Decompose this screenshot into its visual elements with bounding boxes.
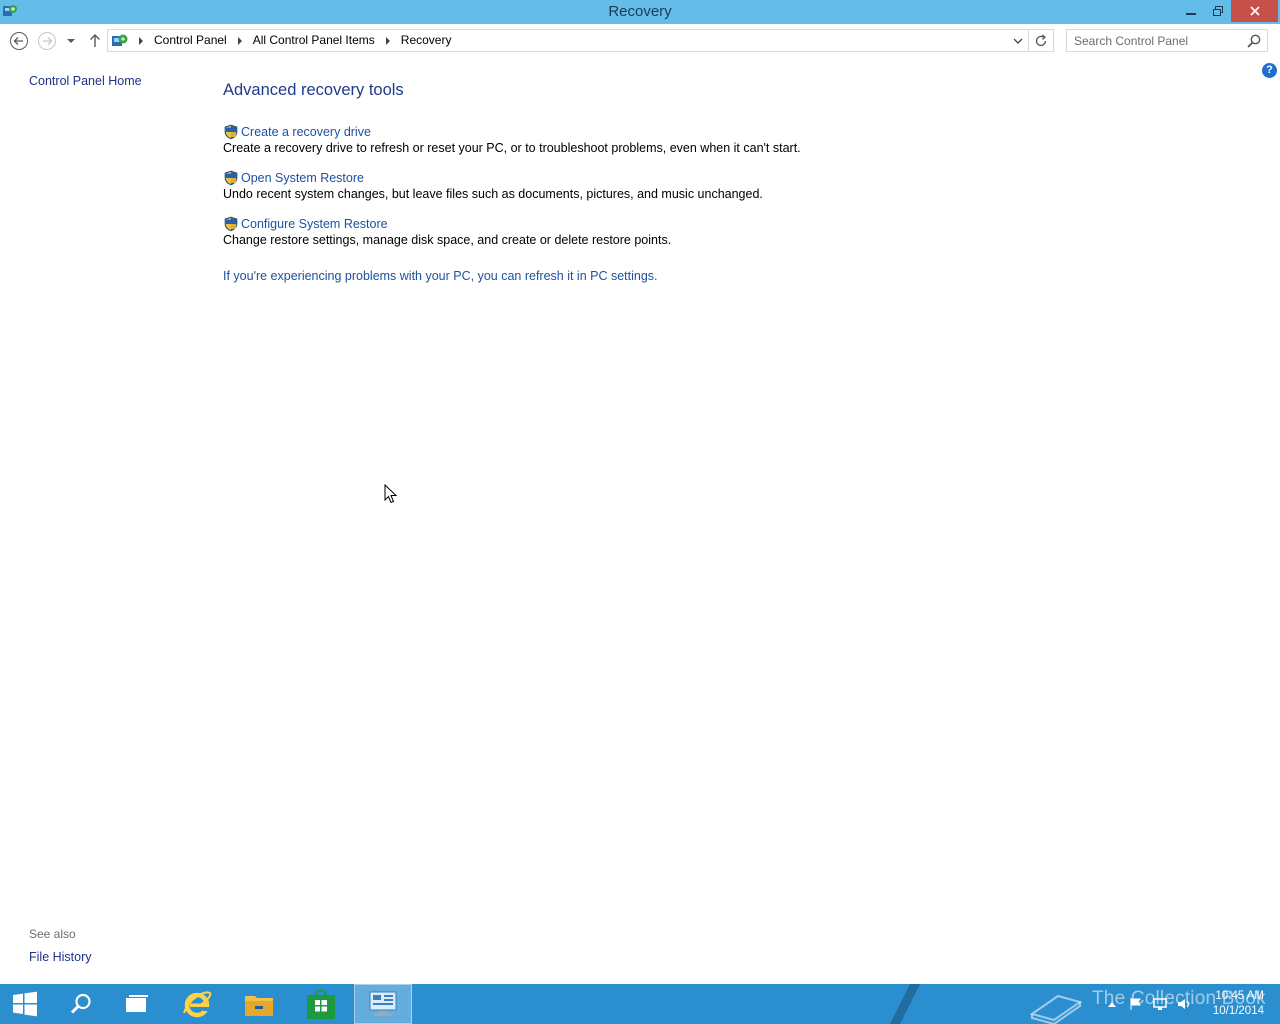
recent-locations-button[interactable] xyxy=(62,30,80,52)
control-panel-taskbar-button[interactable] xyxy=(354,984,412,1024)
clock-date: 10/1/2014 xyxy=(1212,1005,1264,1017)
minimize-icon xyxy=(1186,13,1196,15)
volume-icon[interactable] xyxy=(1174,996,1194,1012)
title-bar: Recovery xyxy=(0,0,1280,24)
mouse-pointer-icon xyxy=(384,484,398,504)
back-button[interactable] xyxy=(8,30,30,52)
back-arrow-icon xyxy=(10,32,28,50)
task-label[interactable]: Configure System Restore xyxy=(241,217,388,231)
help-button[interactable]: ? xyxy=(1262,63,1277,78)
up-button[interactable] xyxy=(84,30,106,52)
control-panel-location-icon xyxy=(112,34,128,46)
chevron-down-icon xyxy=(67,39,75,43)
breadcrumb-all-items[interactable]: All Control Panel Items xyxy=(247,30,381,51)
breadcrumb-separator-icon[interactable] xyxy=(134,30,148,51)
breadcrumb-separator-icon[interactable] xyxy=(233,30,247,51)
taskbar-clock[interactable]: 10:45 AM 10/1/2014 xyxy=(1213,989,1264,1019)
breadcrumb: Control Panel All Control Panel Items Re… xyxy=(134,30,457,51)
refresh-pc-settings-link[interactable]: If you're experiencing problems with you… xyxy=(223,269,658,283)
task-description: Create a recovery drive to refresh or re… xyxy=(223,141,801,155)
taskbar: The Collection Book 10:45 AM 10/1/2014 xyxy=(0,984,1280,1024)
task-label[interactable]: Open System Restore xyxy=(241,171,364,185)
folder-icon xyxy=(245,996,273,1016)
create-recovery-drive-link[interactable]: Create a recovery drive xyxy=(223,124,801,140)
address-bar[interactable]: Control Panel All Control Panel Items Re… xyxy=(107,29,1029,52)
uac-shield-icon xyxy=(224,170,238,186)
show-hidden-icons-button[interactable] xyxy=(1102,996,1122,1012)
taskbar-decoration xyxy=(890,984,920,1024)
action-center-flag-icon[interactable] xyxy=(1126,996,1146,1012)
file-history-link[interactable]: File History xyxy=(29,950,92,964)
navigation-bar: Control Panel All Control Panel Items Re… xyxy=(0,24,1280,58)
close-icon xyxy=(1249,6,1260,16)
task-configure-system-restore: Configure System Restore Change restore … xyxy=(223,216,671,247)
clock-time: 10:45 AM xyxy=(1215,990,1264,1002)
see-also-label: See also xyxy=(29,927,76,941)
task-create-recovery-drive: Create a recovery drive Create a recover… xyxy=(223,124,801,155)
task-open-system-restore: Open System Restore Undo recent system c… xyxy=(223,170,763,201)
breadcrumb-control-panel[interactable]: Control Panel xyxy=(148,30,233,51)
search-icon xyxy=(70,993,91,1014)
forward-button[interactable] xyxy=(36,30,58,52)
control-panel-home-link[interactable]: Control Panel Home xyxy=(29,74,142,88)
uac-shield-icon xyxy=(224,216,238,232)
page-title: Advanced recovery tools xyxy=(223,81,404,99)
window-title: Recovery xyxy=(608,3,672,20)
task-description: Undo recent system changes, but leave fi… xyxy=(223,187,763,201)
search-input[interactable] xyxy=(1067,30,1243,51)
task-label[interactable]: Create a recovery drive xyxy=(241,125,371,139)
chevron-up-icon xyxy=(1108,1002,1116,1007)
restore-icon xyxy=(1212,6,1223,16)
minimize-button[interactable] xyxy=(1178,0,1204,22)
file-explorer-button[interactable] xyxy=(230,984,288,1024)
search-icon[interactable] xyxy=(1246,33,1262,49)
task-view-icon xyxy=(126,995,148,1012)
close-button[interactable] xyxy=(1231,0,1278,22)
control-panel-icon xyxy=(369,991,397,1016)
open-system-restore-link[interactable]: Open System Restore xyxy=(223,170,763,186)
store-icon xyxy=(307,989,335,1019)
restore-button[interactable] xyxy=(1204,0,1231,22)
uac-shield-icon xyxy=(224,124,238,140)
refresh-icon xyxy=(1035,33,1047,46)
internet-explorer-button[interactable] xyxy=(168,984,226,1024)
breadcrumb-recovery[interactable]: Recovery xyxy=(395,30,458,51)
address-history-button[interactable] xyxy=(1008,30,1028,51)
network-icon[interactable] xyxy=(1150,996,1170,1012)
store-button[interactable] xyxy=(292,984,350,1024)
forward-arrow-icon xyxy=(38,32,56,50)
watermark-book-logo xyxy=(1029,994,1083,1024)
taskbar-search-button[interactable] xyxy=(52,984,110,1024)
search-box[interactable] xyxy=(1066,29,1268,52)
start-button[interactable] xyxy=(0,984,50,1024)
task-description: Change restore settings, manage disk spa… xyxy=(223,233,672,247)
windows-logo-icon xyxy=(13,991,37,1017)
internet-explorer-icon xyxy=(183,991,212,1018)
task-view-button[interactable] xyxy=(108,984,166,1024)
breadcrumb-separator-icon[interactable] xyxy=(381,30,395,51)
configure-system-restore-link[interactable]: Configure System Restore xyxy=(223,216,671,232)
chevron-down-icon xyxy=(1013,38,1023,44)
refresh-button[interactable] xyxy=(1029,29,1054,52)
up-arrow-icon xyxy=(90,34,100,47)
system-tray xyxy=(1102,996,1198,1012)
